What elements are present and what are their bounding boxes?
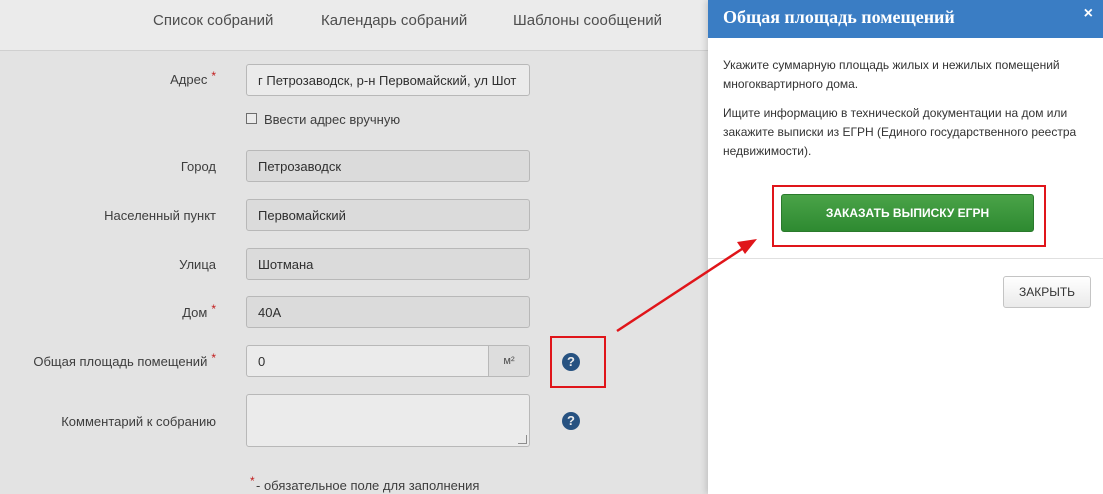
annotation-arrow-line — [616, 243, 749, 333]
annotation-arrow-head — [737, 239, 757, 254]
annotation-arrow — [616, 239, 757, 333]
